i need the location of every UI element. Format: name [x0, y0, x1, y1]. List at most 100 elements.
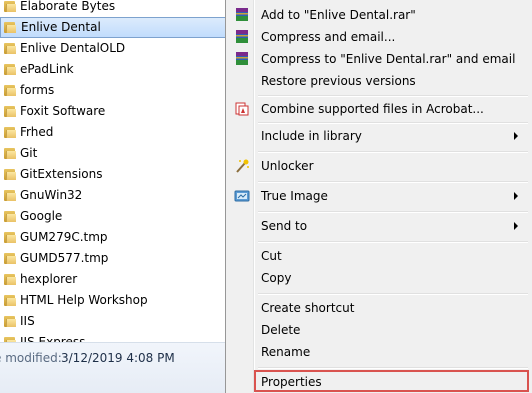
- folder-icon: [4, 43, 16, 54]
- folder-item[interactable]: forms: [0, 80, 232, 101]
- folder-icon: [4, 64, 16, 75]
- folder-item[interactable]: GUM279C.tmp: [0, 227, 232, 248]
- folder-item[interactable]: Enlive Dental: [0, 17, 232, 38]
- menu-item-cut[interactable]: Cut: [230, 245, 528, 267]
- folder-item-label: Enlive Dental: [21, 20, 101, 34]
- menu-item-delete[interactable]: Delete: [230, 319, 528, 341]
- folder-icon: [4, 295, 16, 306]
- chevron-right-icon: [514, 132, 518, 140]
- menu-item-label: Add to "Enlive Dental.rar": [261, 8, 416, 22]
- winrar-icon: [234, 7, 250, 23]
- folder-item-label: Frhed: [20, 125, 54, 139]
- folder-item-label: GUMD577.tmp: [20, 251, 109, 265]
- menu-item-create-shortcut[interactable]: Create shortcut: [230, 297, 528, 319]
- folder-item[interactable]: IIS: [0, 311, 232, 332]
- folder-item[interactable]: ePadLink: [0, 59, 232, 80]
- folder-item-label: GnuWin32: [20, 188, 83, 202]
- menu-item-compress-to-email[interactable]: Compress to "Enlive Dental.rar" and emai…: [230, 48, 528, 70]
- menu-item-label: True Image: [261, 189, 328, 203]
- menu-item-label: Cut: [261, 249, 282, 263]
- properties-highlight-box: [254, 370, 529, 392]
- folder-icon: [4, 1, 16, 12]
- menu-item-label: Send to: [261, 219, 308, 233]
- menu-item-unlocker[interactable]: Unlocker: [230, 155, 528, 177]
- folder-item[interactable]: hexplorer: [0, 269, 232, 290]
- menu-separator: [258, 151, 528, 153]
- menu-item-true-image[interactable]: True Image: [230, 185, 528, 207]
- folder-icon: [4, 274, 16, 285]
- folder-icon: [4, 211, 16, 222]
- menu-separator: [258, 95, 528, 97]
- folder-item-label: Google: [20, 209, 63, 223]
- folder-item[interactable]: GitExtensions: [0, 164, 232, 185]
- chevron-right-icon: [514, 222, 518, 230]
- wand-icon: [234, 158, 250, 174]
- folder-item-label: Git: [20, 146, 38, 160]
- winrar-icon: [234, 51, 250, 67]
- menu-item-compress-email[interactable]: Compress and email...: [230, 26, 528, 48]
- menu-item-rename[interactable]: Rename: [230, 341, 528, 363]
- menu-separator: [258, 293, 528, 295]
- menu-separator: [258, 211, 528, 213]
- winrar-icon: [234, 29, 250, 45]
- folder-item[interactable]: Enlive DentalOLD: [0, 38, 232, 59]
- folder-item-label: GUM279C.tmp: [20, 230, 108, 244]
- menu-item-label: Delete: [261, 323, 301, 337]
- folder-icon: [4, 232, 16, 243]
- details-pane: e modified: 3/12/2019 4:08 PM: [0, 342, 232, 393]
- menu-item-add-to-archive[interactable]: Add to "Enlive Dental.rar": [230, 4, 528, 26]
- folder-item-label: HTML Help Workshop: [20, 293, 148, 307]
- menu-separator: [258, 241, 528, 243]
- menu-item-label: Create shortcut: [261, 301, 355, 315]
- folder-item[interactable]: Foxit Software: [0, 101, 232, 122]
- menu-item-label: Include in library: [261, 129, 362, 143]
- menu-item-label: Compress to "Enlive Dental.rar" and emai…: [261, 52, 516, 66]
- menu-item-label: Compress and email...: [261, 30, 396, 44]
- folder-icon: [4, 148, 16, 159]
- menu-item-label: Restore previous versions: [261, 74, 416, 88]
- menu-item-label: Unlocker: [261, 159, 314, 173]
- menu-item-restore-versions[interactable]: Restore previous versions: [230, 70, 528, 92]
- folder-item-label: GitExtensions: [20, 167, 103, 181]
- folder-item[interactable]: Elaborate Bytes: [0, 0, 232, 17]
- chevron-right-icon: [514, 192, 518, 200]
- folder-icon: [4, 22, 16, 33]
- folder-icon: [4, 127, 16, 138]
- folder-icon: [4, 316, 16, 327]
- menu-separator: [258, 181, 528, 183]
- folder-item-label: Enlive DentalOLD: [20, 41, 126, 55]
- true-image-icon: [234, 188, 250, 204]
- folder-item-label: Elaborate Bytes: [20, 0, 116, 13]
- folder-icon: [4, 253, 16, 264]
- menu-item-label: Rename: [261, 345, 311, 359]
- menu-item-combine-acrobat[interactable]: Combine supported files in Acrobat...: [230, 98, 528, 120]
- menu-item-copy[interactable]: Copy: [230, 267, 528, 289]
- menu-item-label: Combine supported files in Acrobat...: [261, 102, 484, 116]
- folder-item[interactable]: Git: [0, 143, 232, 164]
- menu-item-label: Copy: [261, 271, 292, 285]
- folder-icon: [4, 190, 16, 201]
- folder-item-label: hexplorer: [20, 272, 78, 286]
- date-modified-value: 3/12/2019 4:08 PM: [61, 351, 175, 365]
- folder-item[interactable]: GnuWin32: [0, 185, 232, 206]
- folder-item-label: ePadLink: [20, 62, 74, 76]
- folder-item-label: forms: [20, 83, 55, 97]
- menu-separator: [258, 122, 528, 124]
- folder-item[interactable]: Google: [0, 206, 232, 227]
- folder-icon: [4, 169, 16, 180]
- folder-item[interactable]: HTML Help Workshop: [0, 290, 232, 311]
- folder-item-label: IIS: [20, 314, 35, 328]
- folder-icon: [4, 106, 16, 117]
- folder-item[interactable]: Frhed: [0, 122, 232, 143]
- menu-item-include-library[interactable]: Include in library: [230, 125, 528, 147]
- acrobat-icon: [234, 101, 250, 117]
- folder-item[interactable]: GUMD577.tmp: [0, 248, 232, 269]
- folder-icon: [4, 85, 16, 96]
- folder-tree-pane: Elaborate Bytes Enlive Dental Enlive Denta…: [0, 0, 232, 393]
- context-menu: Add to "Enlive Dental.rar" Compress and …: [225, 0, 532, 393]
- date-modified-label: e modified:: [0, 351, 62, 365]
- menu-item-send-to[interactable]: Send to: [230, 215, 528, 237]
- menu-separator: [258, 367, 528, 369]
- folder-item-label: Foxit Software: [20, 104, 106, 118]
- folder-list: Elaborate Bytes Enlive Dental Enlive Denta…: [0, 0, 232, 353]
